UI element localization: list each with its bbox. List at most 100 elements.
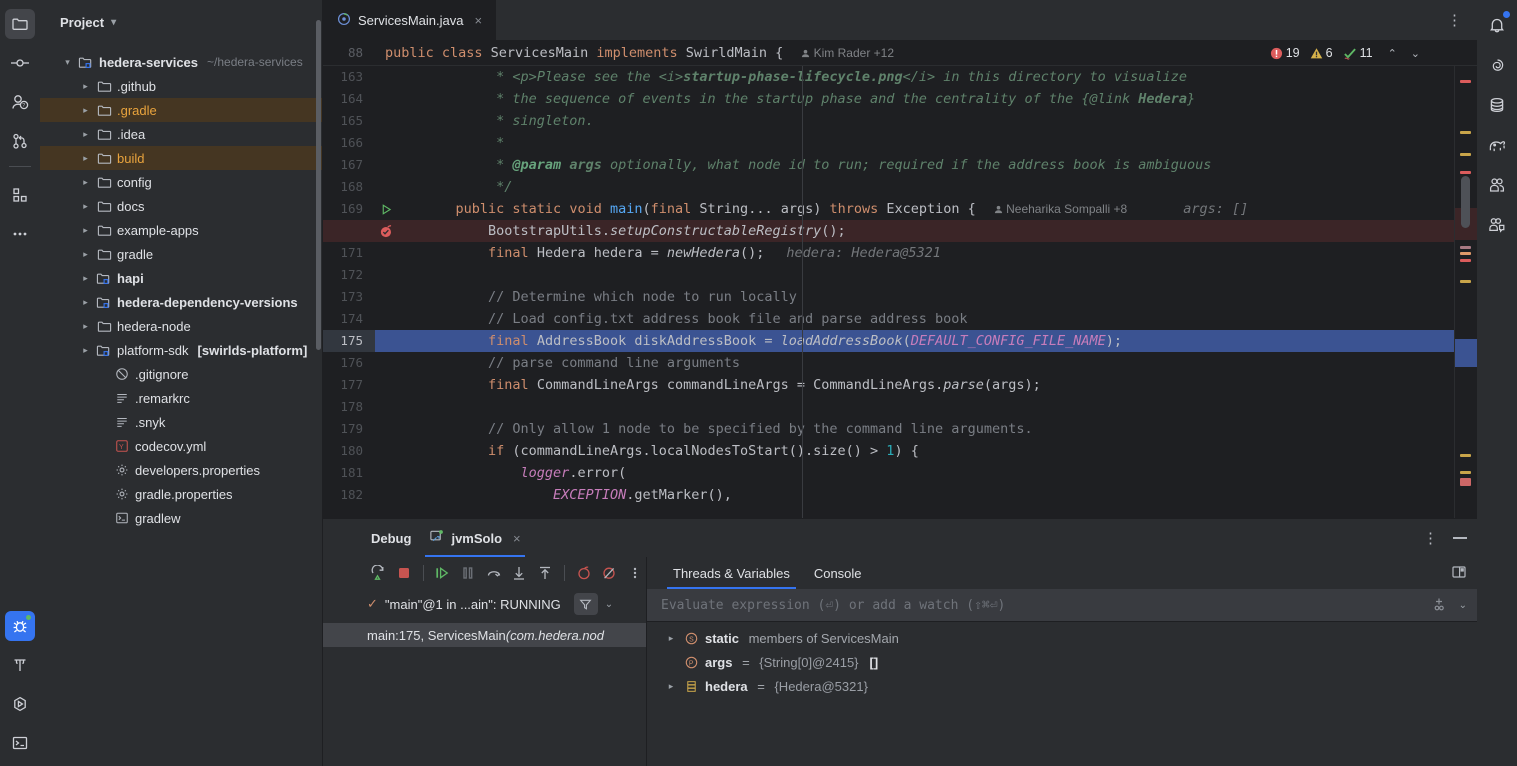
marker-warning[interactable] — [1460, 471, 1471, 474]
code-line-178[interactable]: 178 — [323, 396, 1477, 418]
terminal-icon[interactable] — [5, 728, 35, 758]
gradle-icon[interactable] — [1482, 130, 1512, 160]
code-line-172[interactable]: 172 — [323, 264, 1477, 286]
more-debug-actions-button[interactable] — [624, 561, 646, 585]
code-line-166[interactable]: 166 * — [323, 132, 1477, 154]
tree-item-config[interactable]: config — [40, 170, 323, 194]
tree-item-hedera-node[interactable]: hedera-node — [40, 314, 323, 338]
step-over-button[interactable] — [483, 561, 505, 585]
tree-item-gradle-properties[interactable]: gradle.properties — [40, 482, 323, 506]
chevron-right-icon[interactable] — [80, 201, 91, 212]
marker-error[interactable] — [1460, 171, 1471, 174]
previous-problem-icon[interactable]: ⌃ — [1383, 47, 1402, 60]
structure-icon[interactable] — [5, 180, 35, 210]
warning-count[interactable]: 6 — [1310, 46, 1333, 60]
chevron-right-icon[interactable]: ▸ — [665, 633, 677, 644]
chevron-right-icon[interactable] — [80, 105, 91, 116]
code-editor[interactable]: 163 * <p>Please see the <i>startup-phase… — [323, 66, 1477, 518]
ok-count[interactable]: 11 — [1343, 46, 1373, 60]
chevron-right-icon[interactable] — [80, 129, 91, 140]
more-tool-windows-icon[interactable] — [5, 219, 35, 249]
tab-console[interactable]: Console — [802, 557, 874, 589]
project-icon[interactable] — [5, 9, 35, 39]
branches-icon[interactable] — [5, 126, 35, 156]
filter-icon[interactable] — [574, 593, 598, 615]
tab-threads-and-variables[interactable]: Threads & Variables — [661, 557, 802, 589]
step-out-button[interactable] — [533, 561, 555, 585]
code-line-175[interactable]: 175 final AddressBook diskAddressBook = … — [323, 330, 1477, 352]
chevron-right-icon[interactable] — [80, 345, 91, 356]
chevron-right-icon[interactable] — [80, 81, 91, 92]
editor-marker-bar[interactable] — [1455, 66, 1477, 518]
code-line-163[interactable]: 163 * <p>Please see the <i>startup-phase… — [323, 66, 1477, 88]
mute-breakpoints-button[interactable] — [598, 561, 620, 585]
editor-tab-servicesmain[interactable]: ServicesMain.java × — [323, 0, 496, 40]
editor-more-actions-icon[interactable]: ⋮ — [1433, 11, 1477, 29]
code-line-180[interactable]: 180 if (commandLineArgs.localNodesToStar… — [323, 440, 1477, 462]
step-into-button[interactable] — [508, 561, 530, 585]
chevron-right-icon[interactable] — [80, 177, 91, 188]
marker-warning[interactable] — [1460, 280, 1471, 283]
run-arrow-icon[interactable] — [375, 203, 397, 216]
tree-item-hedera-services[interactable]: hedera-services~/hedera-services — [40, 50, 323, 74]
project-tree-scrollbar[interactable] — [316, 20, 321, 350]
project-tree[interactable]: hedera-services~/hedera-services.github.… — [40, 44, 323, 766]
frame-row[interactable]: main:175, ServicesMain (com.hedera.nod — [323, 623, 646, 647]
code-line-182[interactable]: 182 EXCEPTION.getMarker(), — [323, 484, 1477, 506]
tree-item-codecov-yml[interactable]: Ycodecov.yml — [40, 434, 323, 458]
commit-icon[interactable] — [5, 48, 35, 78]
frames-list[interactable]: main:175, ServicesMain (com.hedera.nod — [323, 619, 646, 766]
code-line-176[interactable]: 176 // parse command line arguments — [323, 352, 1477, 374]
stop-button[interactable] — [392, 561, 414, 585]
evaluate-expression-bar[interactable]: Evaluate expression (⏎) or add a watch (… — [647, 589, 1477, 622]
evaluate-expression-input[interactable]: Evaluate expression (⏎) or add a watch (… — [661, 598, 1005, 613]
marker-error[interactable] — [1460, 80, 1471, 83]
minimize-icon[interactable] — [1453, 537, 1467, 539]
code-line-179[interactable]: 179 // Only allow 1 node to be specified… — [323, 418, 1477, 440]
close-icon[interactable]: × — [513, 531, 521, 546]
marker-warning[interactable] — [1460, 454, 1471, 457]
add-watch-icon[interactable] — [1431, 596, 1447, 615]
tree-item-example-apps[interactable]: example-apps — [40, 218, 323, 242]
pause-button[interactable] — [457, 561, 479, 585]
inspection-widget[interactable]: 19 6 11 ⌃ ⌄ — [1270, 40, 1425, 66]
code-line-173[interactable]: 173 // Determine which node to run local… — [323, 286, 1477, 308]
tree-item-platform-sdk[interactable]: platform-sdk[swirlds-platform] — [40, 338, 323, 362]
code-line-169[interactable]: 169 public static void main(final String… — [323, 198, 1477, 220]
chevron-right-icon[interactable] — [80, 297, 91, 308]
chevron-right-icon[interactable] — [80, 153, 91, 164]
close-icon[interactable]: × — [471, 13, 487, 28]
code-line-164[interactable]: 164 * the sequence of events in the star… — [323, 88, 1477, 110]
project-panel-header[interactable]: Project ▾ — [40, 0, 323, 44]
debug-tab-label[interactable]: Debug — [367, 519, 415, 557]
chevron-down-icon[interactable] — [62, 57, 73, 68]
code-with-me-icon[interactable] — [1482, 170, 1512, 200]
variable-row-args[interactable]: Pargs = {String[0]@2415}[] — [647, 650, 1477, 674]
code-line-174[interactable]: 174 // Load config.txt address book file… — [323, 308, 1477, 330]
marker-change[interactable] — [1460, 246, 1471, 249]
tree-item-gradle[interactable]: gradle — [40, 242, 323, 266]
debug-more-actions-icon[interactable]: ⋮ — [1423, 529, 1439, 547]
tree-item-hedera-dependency-versions[interactable]: hedera-dependency-versions — [40, 290, 323, 314]
error-count[interactable]: 19 — [1270, 46, 1300, 60]
code-lines[interactable]: 163 * <p>Please see the <i>startup-phase… — [323, 66, 1477, 506]
build-icon[interactable] — [5, 650, 35, 680]
marker-warning[interactable] — [1460, 153, 1471, 156]
chevron-right-icon[interactable] — [80, 321, 91, 332]
tree-item-gradle[interactable]: .gradle — [40, 98, 323, 122]
thread-selector[interactable]: ✓ "main"@1 in ...ain": RUNNING ⌄ — [323, 589, 646, 619]
marker-error[interactable] — [1460, 259, 1471, 262]
notifications-icon[interactable] — [1482, 10, 1512, 40]
marker-todo[interactable] — [1460, 252, 1471, 255]
next-problem-icon[interactable]: ⌄ — [1406, 47, 1425, 60]
view-breakpoints-button[interactable] — [573, 561, 595, 585]
tree-item-developers-properties[interactable]: developers.properties — [40, 458, 323, 482]
tree-item-build[interactable]: build — [40, 146, 323, 170]
marker-error[interactable] — [1460, 478, 1471, 486]
code-line-168[interactable]: 168 */ — [323, 176, 1477, 198]
code-line-170[interactable]: BootstrapUtils.setupConstructableRegistr… — [323, 220, 1477, 242]
tree-item-idea[interactable]: .idea — [40, 122, 323, 146]
code-line-177[interactable]: 177 final CommandLineArgs commandLineArg… — [323, 374, 1477, 396]
chevron-down-icon[interactable]: ▾ — [111, 17, 116, 28]
tree-item-snyk[interactable]: .snyk — [40, 410, 323, 434]
